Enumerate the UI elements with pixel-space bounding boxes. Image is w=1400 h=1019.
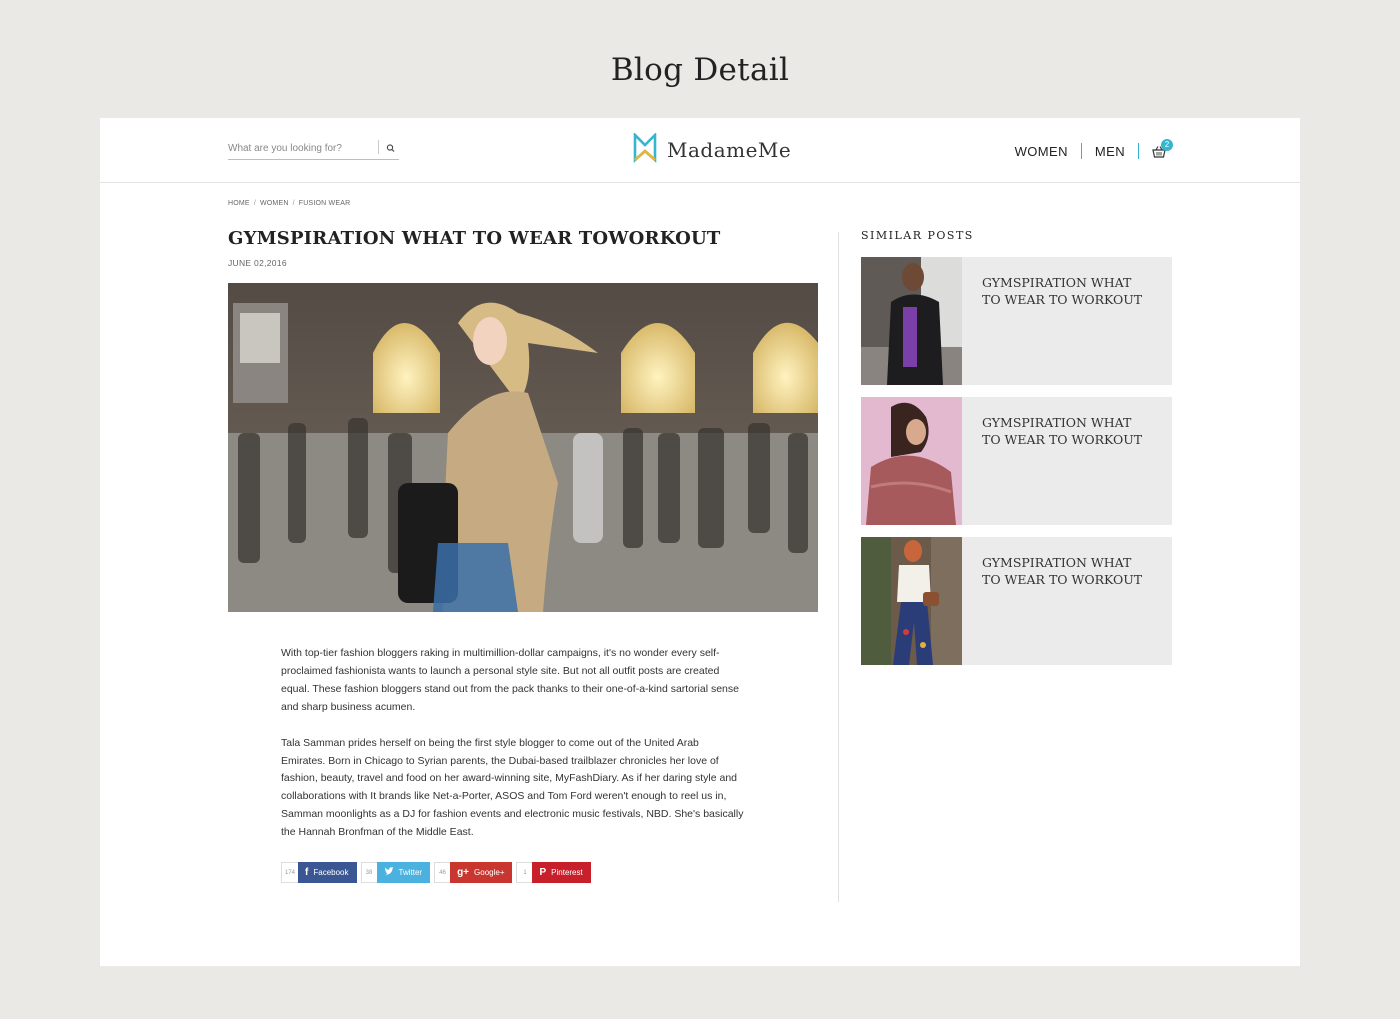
similar-posts-heading: SIMILAR POSTS [861, 229, 974, 242]
twitter-icon [384, 866, 394, 879]
googleplus-count: 46 [434, 862, 451, 883]
site-logo[interactable]: MadameMe [633, 131, 792, 168]
site-header: MadameMe WOMEN MEN 2 [100, 118, 1300, 183]
pinterest-label: Pinterest [551, 868, 583, 877]
nav-separator [1138, 143, 1139, 159]
similar-post-card[interactable]: GYMSPIRATION WHAT TO WEAR TO WORKOUT [861, 537, 1172, 665]
breadcrumb-fusion-wear[interactable]: FUSION WEAR [299, 200, 351, 207]
share-googleplus: 46 g+ Google+ [434, 862, 513, 883]
page-heading: Blog Detail [610, 52, 790, 88]
similar-post-card[interactable]: GYMSPIRATION WHAT TO WEAR TO WORKOUT [861, 257, 1172, 385]
breadcrumb-separator: / [253, 200, 256, 207]
logo-name: MadameMe [667, 138, 792, 162]
nav-women[interactable]: WOMEN [1015, 144, 1068, 159]
nav-separator [1080, 143, 1082, 159]
breadcrumb-women[interactable]: WOMEN [260, 200, 289, 207]
similar-post-card[interactable]: GYMSPIRATION WHAT TO WEAR TO WORKOUT [861, 397, 1172, 525]
search-input[interactable] [228, 140, 373, 156]
facebook-count: 174 [281, 862, 299, 883]
article-paragraph: Tala Samman prides herself on being the … [281, 736, 744, 839]
pinterest-icon: P [539, 867, 547, 878]
breadcrumb: HOME / WOMEN / FUSION WEAR [228, 200, 350, 207]
post-thumbnail [861, 257, 962, 385]
facebook-share-button[interactable]: f Facebook [298, 862, 357, 883]
facebook-label: Facebook [313, 868, 349, 877]
breadcrumb-separator: / [292, 200, 295, 207]
search-bar [228, 138, 399, 160]
logo-m-icon [633, 131, 657, 168]
article-title: GYMSPIRATION WHAT TO WEAR TOWORKOUT [228, 228, 721, 249]
similar-post-title: GYMSPIRATION WHAT TO WEAR TO WORKOUT [982, 275, 1143, 307]
nav-men[interactable]: MEN [1095, 144, 1125, 159]
cart-count-badge: 2 [1161, 139, 1173, 151]
facebook-icon: f [305, 867, 309, 878]
twitter-label: Twitter [398, 868, 423, 877]
post-thumbnail [861, 537, 962, 665]
site-frame: MadameMe WOMEN MEN 2 [100, 118, 1300, 966]
googleplus-label: Google+ [474, 868, 505, 877]
share-facebook: 174 f Facebook [281, 862, 357, 883]
hero-image [228, 283, 818, 612]
similar-post-title: GYMSPIRATION WHAT TO WEAR TO WORKOUT [982, 415, 1143, 447]
main-nav: WOMEN MEN 2 [1015, 139, 1173, 163]
share-twitter: 38 Twitter [360, 862, 431, 883]
breadcrumb-home[interactable]: HOME [228, 200, 250, 207]
article-body: With top-tier fashion bloggers raking in… [281, 645, 746, 842]
pinterest-count: 1 [516, 862, 533, 883]
column-divider [838, 232, 839, 902]
search-divider [378, 140, 379, 154]
cart-button[interactable]: 2 [1152, 139, 1173, 160]
googleplus-icon: g+ [457, 867, 470, 878]
search-icon[interactable] [383, 140, 399, 156]
pinterest-share-button[interactable]: P Pinterest [532, 862, 591, 883]
twitter-share-button[interactable]: Twitter [376, 862, 431, 883]
post-thumbnail [861, 397, 962, 525]
share-bar: 174 f Facebook 38 Twitter 46 g+ Google+ … [281, 862, 595, 883]
similar-post-title: GYMSPIRATION WHAT TO WEAR TO WORKOUT [982, 555, 1143, 587]
article-date: JUNE 02,2016 [228, 258, 287, 268]
article-paragraph: With top-tier fashion bloggers raking in… [281, 647, 739, 713]
share-pinterest: 1 P Pinterest [516, 862, 591, 883]
googleplus-share-button[interactable]: g+ Google+ [450, 862, 513, 883]
twitter-count: 38 [360, 862, 377, 883]
